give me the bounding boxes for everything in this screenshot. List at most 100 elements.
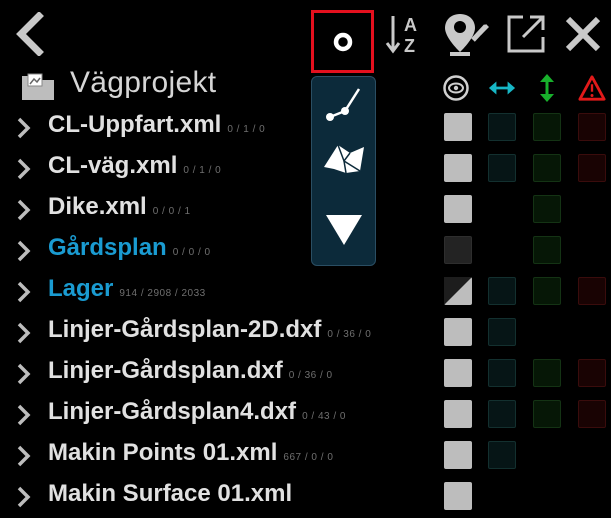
chevron-left-icon bbox=[16, 12, 44, 56]
vertical-toggle[interactable] bbox=[533, 154, 561, 182]
list-item[interactable]: CL-väg.xml 0 / 1 / 0 bbox=[0, 149, 611, 190]
horizontal-toggle[interactable] bbox=[488, 441, 516, 469]
top-bar: A Z bbox=[0, 0, 611, 73]
horizontal-toggle[interactable] bbox=[488, 113, 516, 141]
warning-toggle[interactable] bbox=[578, 277, 606, 305]
chevron-right-icon bbox=[17, 445, 31, 467]
item-name: Linjer-Gårdsplan4.dxf 0 / 43 / 0 bbox=[48, 398, 346, 425]
edit-location-icon bbox=[445, 14, 489, 56]
list-item[interactable]: Makin Surface 01.xml bbox=[0, 477, 611, 518]
vertical-toggle[interactable] bbox=[533, 400, 561, 428]
vertical-toggle[interactable] bbox=[533, 236, 561, 264]
item-counts: 0 / 1 / 0 bbox=[227, 124, 266, 135]
line-filter-item[interactable] bbox=[312, 81, 375, 125]
visibility-toggle[interactable] bbox=[444, 359, 472, 387]
item-counts: 667 / 0 / 0 bbox=[283, 452, 334, 463]
surface-icon bbox=[323, 144, 364, 174]
visibility-toggle[interactable] bbox=[444, 482, 472, 510]
chevron-right-icon bbox=[17, 158, 31, 180]
visibility-toggle[interactable] bbox=[444, 113, 472, 141]
item-name: Gårdsplan 0 / 0 / 0 bbox=[48, 234, 211, 261]
item-name: Makin Surface 01.xml bbox=[48, 480, 293, 507]
item-counts: 0 / 36 / 0 bbox=[327, 329, 372, 340]
eye-icon bbox=[443, 75, 469, 101]
line-icon bbox=[325, 88, 360, 121]
item-name: Lager 914 / 2908 / 2033 bbox=[48, 275, 206, 302]
item-counts: 0 / 1 / 0 bbox=[183, 165, 222, 176]
chevron-right-icon bbox=[17, 117, 31, 139]
visibility-toggle[interactable] bbox=[444, 154, 472, 182]
visibility-toggle[interactable] bbox=[444, 195, 472, 223]
item-name: CL-väg.xml 0 / 1 / 0 bbox=[48, 152, 222, 179]
partial-visibility-icon bbox=[444, 277, 472, 305]
item-name: Makin Points 01.xml 667 / 0 / 0 bbox=[48, 439, 334, 466]
warning-toggle[interactable] bbox=[578, 359, 606, 387]
surface-filter-item[interactable] bbox=[312, 137, 375, 181]
item-counts: 0 / 43 / 0 bbox=[302, 411, 346, 422]
horizontal-toggle[interactable] bbox=[488, 359, 516, 387]
item-counts: 0 / 0 / 1 bbox=[152, 206, 191, 217]
vertical-toggle[interactable] bbox=[533, 277, 561, 305]
list-item[interactable]: Lager 914 / 2908 / 2033 bbox=[0, 272, 611, 313]
sort-az-button[interactable]: A Z bbox=[382, 6, 426, 62]
list-item[interactable]: Dike.xml 0 / 0 / 1 bbox=[0, 190, 611, 231]
arrows-vertical-icon bbox=[540, 74, 554, 102]
triangle-icon bbox=[325, 215, 362, 245]
chevron-right-icon bbox=[17, 322, 31, 344]
svg-text:Z: Z bbox=[404, 36, 415, 56]
open-external-icon bbox=[507, 15, 545, 53]
chevron-right-icon bbox=[17, 404, 31, 426]
triangle-filter-item[interactable] bbox=[312, 207, 375, 251]
warning-toggle[interactable] bbox=[578, 113, 606, 141]
folder-header: Vägprojekt bbox=[0, 64, 611, 108]
visibility-toggle[interactable] bbox=[444, 441, 472, 469]
vertical-column-header[interactable] bbox=[533, 74, 561, 102]
horizontal-toggle[interactable] bbox=[488, 154, 516, 182]
list-item[interactable]: Makin Points 01.xml 667 / 0 / 0 bbox=[0, 436, 611, 477]
edit-location-button[interactable] bbox=[440, 6, 492, 62]
vertical-toggle[interactable] bbox=[533, 113, 561, 141]
vertical-toggle[interactable] bbox=[533, 195, 561, 223]
warning-icon bbox=[578, 75, 606, 101]
arrows-horizontal-icon bbox=[488, 81, 516, 95]
folder-title[interactable]: Vägprojekt bbox=[70, 66, 216, 100]
list-item[interactable]: Gårdsplan 0 / 0 / 0 bbox=[0, 231, 611, 272]
warning-toggle[interactable] bbox=[578, 154, 606, 182]
chevron-right-icon bbox=[17, 281, 31, 303]
close-button[interactable] bbox=[558, 6, 608, 62]
list-item[interactable]: Linjer-Gårdsplan-2D.dxf 0 / 36 / 0 bbox=[0, 313, 611, 354]
item-name: Linjer-Gårdsplan-2D.dxf 0 / 36 / 0 bbox=[48, 316, 372, 343]
geometry-filter-menu bbox=[311, 76, 376, 266]
chevron-right-icon bbox=[17, 363, 31, 385]
open-external-button[interactable] bbox=[500, 6, 552, 62]
chevron-right-icon bbox=[17, 199, 31, 221]
svg-text:A: A bbox=[404, 15, 417, 35]
horizontal-toggle[interactable] bbox=[488, 400, 516, 428]
vertical-toggle[interactable] bbox=[533, 359, 561, 387]
horizontal-toggle[interactable] bbox=[488, 318, 516, 346]
warning-column-header[interactable] bbox=[578, 74, 606, 102]
visibility-toggle[interactable] bbox=[444, 277, 472, 305]
warning-toggle[interactable] bbox=[578, 400, 606, 428]
visibility-toggle[interactable] bbox=[444, 400, 472, 428]
horizontal-toggle[interactable] bbox=[488, 277, 516, 305]
list-item[interactable]: CL-Uppfart.xml 0 / 1 / 0 bbox=[0, 108, 611, 149]
visibility-toggle[interactable] bbox=[444, 318, 472, 346]
item-name: Linjer-Gårdsplan.dxf 0 / 36 / 0 bbox=[48, 357, 333, 384]
item-counts: 0 / 0 / 0 bbox=[172, 247, 211, 258]
point-icon bbox=[333, 32, 352, 51]
sort-az-icon: A Z bbox=[385, 15, 417, 56]
folder-image-icon bbox=[22, 73, 54, 100]
back-button[interactable] bbox=[8, 6, 52, 62]
item-counts: 0 / 36 / 0 bbox=[288, 370, 333, 381]
list-item[interactable]: Linjer-Gårdsplan4.dxf 0 / 43 / 0 bbox=[0, 395, 611, 436]
close-icon bbox=[565, 16, 601, 52]
visibility-toggle[interactable] bbox=[444, 236, 472, 264]
item-name: Dike.xml 0 / 0 / 1 bbox=[48, 193, 191, 220]
horizontal-column-header[interactable] bbox=[488, 74, 516, 102]
chevron-right-icon bbox=[17, 486, 31, 508]
chevron-right-icon bbox=[17, 240, 31, 262]
item-counts: 914 / 2908 / 2033 bbox=[119, 288, 206, 299]
list-item[interactable]: Linjer-Gårdsplan.dxf 0 / 36 / 0 bbox=[0, 354, 611, 395]
visibility-column-header[interactable] bbox=[442, 74, 470, 102]
